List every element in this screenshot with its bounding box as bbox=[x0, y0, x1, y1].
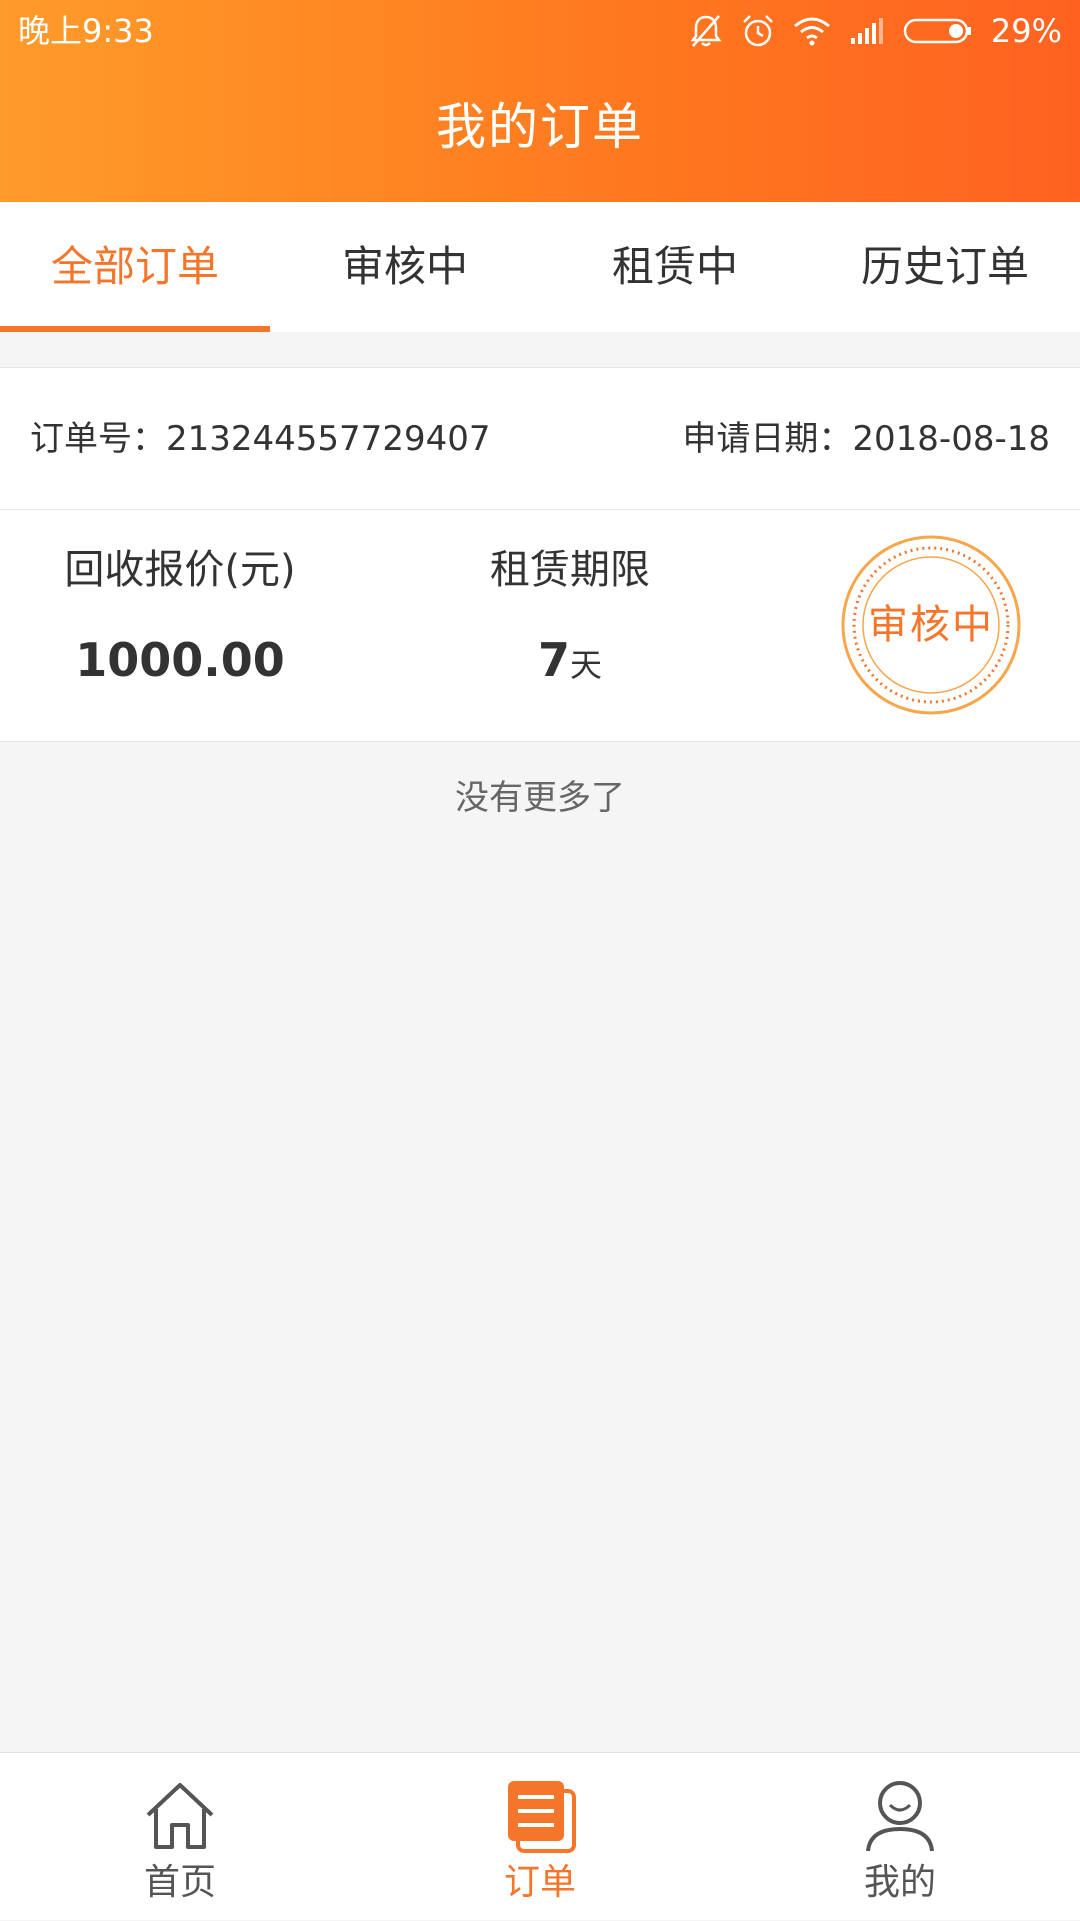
bell-off-icon bbox=[689, 13, 723, 49]
battery-icon bbox=[903, 16, 973, 46]
lease-term-label: 租赁期限 bbox=[490, 547, 650, 593]
lease-term-unit: 天 bbox=[570, 646, 603, 684]
wifi-icon bbox=[793, 15, 831, 47]
order-card-header: 订单号：213244557729407 申请日期：2018-08-18 bbox=[0, 368, 1080, 510]
page-title: 我的订单 bbox=[436, 98, 644, 156]
lease-term-value: 7天 bbox=[390, 628, 750, 697]
status-time: 晚上9:33 bbox=[18, 12, 154, 50]
alarm-icon bbox=[741, 13, 775, 49]
tab-leasing[interactable]: 租赁中 bbox=[540, 202, 810, 332]
battery-percent: 29% bbox=[990, 12, 1062, 50]
status-stamp-text: 审核中 bbox=[868, 602, 994, 648]
orders-icon bbox=[500, 1775, 580, 1855]
bottom-navigation: 首页 订单 我的 bbox=[0, 1752, 1080, 1920]
order-number: 订单号：213244557729407 bbox=[30, 419, 491, 459]
status-stamp: 审核中 bbox=[840, 534, 1022, 716]
order-apply-date: 申请日期：2018-08-18 bbox=[682, 419, 1050, 459]
tab-history-orders[interactable]: 历史订单 bbox=[810, 202, 1080, 332]
recycle-price-label: 回收报价(元) bbox=[64, 547, 296, 593]
lease-term-number: 7 bbox=[537, 633, 570, 687]
signal-icon bbox=[849, 16, 885, 46]
home-icon bbox=[140, 1775, 220, 1855]
nav-item-mine[interactable]: 我的 bbox=[720, 1753, 1080, 1921]
order-card-body: 回收报价(元) 1000.00 租赁期限 7天 审核中 bbox=[0, 510, 1080, 742]
nav-label-home: 首页 bbox=[143, 1862, 216, 1903]
user-icon bbox=[860, 1775, 940, 1855]
tab-under-review[interactable]: 审核中 bbox=[270, 202, 540, 332]
nav-item-home[interactable]: 首页 bbox=[0, 1753, 360, 1921]
order-tabs: 全部订单 审核中 租赁中 历史订单 bbox=[0, 202, 1080, 332]
tab-all-orders[interactable]: 全部订单 bbox=[0, 202, 270, 332]
nav-label-orders: 订单 bbox=[503, 1862, 576, 1903]
app-header: 晚上9:33 29% 我的订单 bbox=[0, 0, 1080, 202]
recycle-price-value: 1000.00 bbox=[75, 633, 285, 687]
status-bar: 晚上9:33 29% bbox=[0, 0, 1080, 62]
status-icons: 29% bbox=[689, 8, 1062, 54]
order-card[interactable]: 订单号：213244557729407 申请日期：2018-08-18 回收报价… bbox=[0, 367, 1080, 742]
list-end-text: 没有更多了 bbox=[455, 778, 625, 818]
nav-item-orders[interactable]: 订单 bbox=[360, 1753, 720, 1921]
nav-label-mine: 我的 bbox=[863, 1862, 936, 1903]
